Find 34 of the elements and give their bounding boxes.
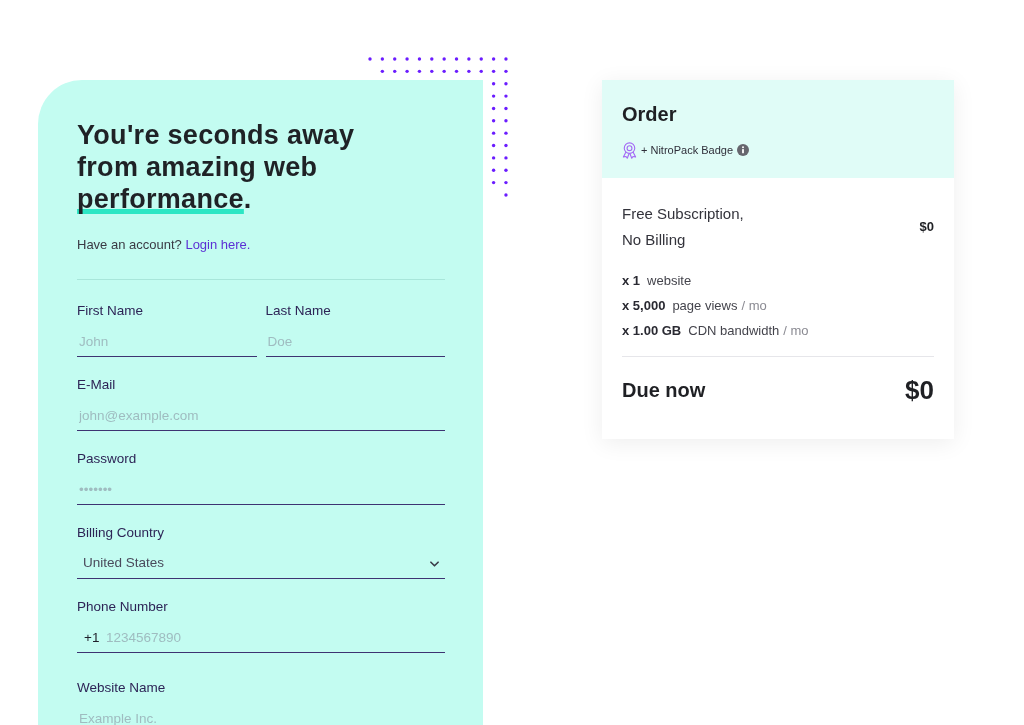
field-label: Phone Number xyxy=(77,599,169,615)
feature-label: website xyxy=(647,272,692,290)
input-field[interactable]: Example Inc. xyxy=(77,704,445,725)
feature-unit: / mo xyxy=(741,297,767,315)
account-prompt: Have an account? Login here. xyxy=(77,237,252,253)
plan-price: $0 xyxy=(919,218,934,237)
input-field[interactable]: John xyxy=(77,327,257,357)
order-title: Order xyxy=(622,102,678,127)
field-label: Website Name xyxy=(77,680,167,696)
badge-label: + NitroPack Badge xyxy=(641,142,734,158)
field-label: First Name xyxy=(77,303,144,319)
country-select[interactable]: United States xyxy=(77,549,445,579)
total-amount: $0 xyxy=(905,373,934,407)
feature-unit: / mo xyxy=(783,322,809,340)
field-label: Last Name xyxy=(265,303,332,319)
feature-quantity: x 1.00 GB xyxy=(622,322,682,340)
feature-quantity: x 1 xyxy=(622,272,641,290)
field-label: Password xyxy=(77,451,138,467)
form-heading: You're seconds away from amazing web performance. xyxy=(77,119,356,215)
chevron-down-icon xyxy=(430,560,439,567)
award-ribbon-icon xyxy=(622,141,637,159)
field-label: E-Mail xyxy=(77,377,117,393)
total-label: Due now xyxy=(622,378,706,403)
country-code-prefix: +1 xyxy=(84,630,100,646)
login-link[interactable]: Login here. xyxy=(185,237,251,252)
input-field[interactable]: Doe xyxy=(265,327,445,357)
field-label: Billing Country xyxy=(77,525,166,541)
input-field[interactable]: ••••••• xyxy=(77,475,445,505)
plan-name: Free Subscription, No Billing xyxy=(622,204,745,250)
feature-label: CDN bandwidth xyxy=(688,322,780,340)
info-icon[interactable] xyxy=(737,144,750,156)
feature-quantity: x 5,000 xyxy=(622,297,666,315)
input-field[interactable]: john@example.com xyxy=(77,401,445,431)
feature-label: page views xyxy=(672,297,738,315)
